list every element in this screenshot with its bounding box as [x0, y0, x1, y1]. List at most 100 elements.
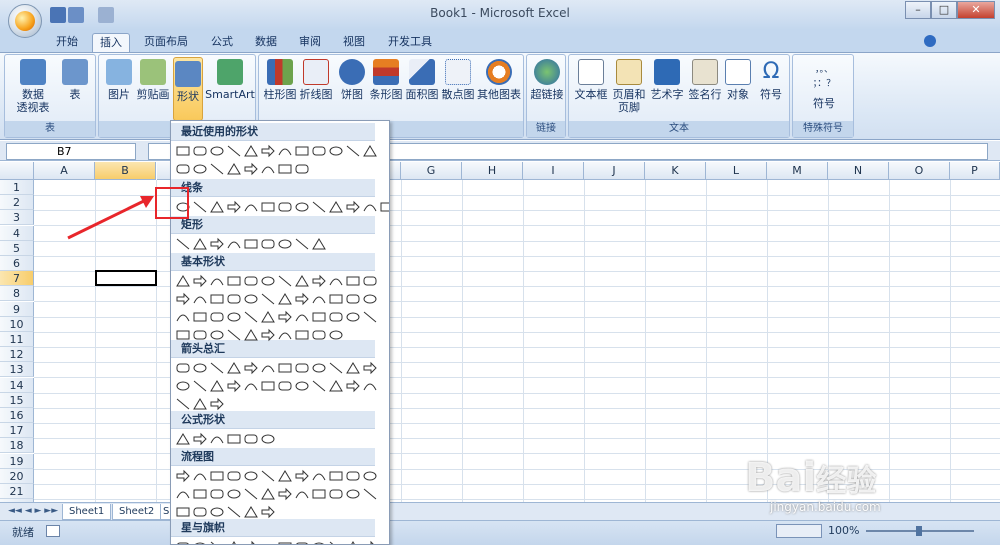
shape-rect-icon[interactable] — [277, 360, 293, 376]
shape-line-icon[interactable] — [209, 360, 225, 376]
shape-curve-icon[interactable] — [192, 468, 208, 484]
shape-ellipse-icon[interactable] — [209, 504, 225, 520]
shape-roundrect-icon[interactable] — [294, 161, 310, 177]
shape-arrow-icon[interactable] — [209, 236, 225, 252]
minimize-button[interactable]: – — [905, 1, 931, 19]
shape-arrow-icon[interactable] — [243, 360, 259, 376]
shape-curve-icon[interactable] — [277, 327, 293, 343]
shape-ellipse-icon[interactable] — [362, 291, 378, 307]
shape-rect-icon[interactable] — [209, 291, 225, 307]
shape-line-icon[interactable] — [226, 504, 242, 520]
shape-roundrect-icon[interactable] — [192, 327, 208, 343]
shape-tri-icon[interactable] — [243, 143, 259, 159]
shape-tri-icon[interactable] — [345, 360, 361, 376]
shape-arrow-icon[interactable] — [175, 291, 191, 307]
shape-line-icon[interactable] — [362, 486, 378, 502]
special-symbol-button[interactable]: 符号 — [799, 97, 849, 110]
zoom-level[interactable]: 100% — [828, 524, 859, 537]
shape-arrow-icon[interactable] — [277, 309, 293, 325]
shape-arrow-icon[interactable] — [294, 468, 310, 484]
shape-roundrect-icon[interactable] — [277, 199, 293, 215]
shape-ellipse-icon[interactable] — [277, 236, 293, 252]
row-header-7[interactable]: 7 — [0, 271, 34, 287]
shape-roundrect-icon[interactable] — [260, 236, 276, 252]
row-header-15[interactable]: 15 — [0, 392, 34, 408]
shape-roundrect-icon[interactable] — [175, 360, 191, 376]
sheet-nav-icon[interactable]: ◄◄ ◄ ► ►► — [8, 506, 58, 516]
column-header-J[interactable]: J — [584, 162, 645, 180]
shape-rect-icon[interactable] — [294, 143, 310, 159]
sheet-tab-2[interactable]: Sheet2 — [112, 504, 162, 520]
shape-rect-icon[interactable] — [311, 309, 327, 325]
shape-tri-icon[interactable] — [328, 378, 344, 394]
zoom-slider[interactable] — [866, 526, 974, 536]
shape-rect-icon[interactable] — [192, 309, 208, 325]
shape-curve-icon[interactable] — [175, 486, 191, 502]
shape-line-icon[interactable] — [294, 236, 310, 252]
shape-tri-icon[interactable] — [260, 486, 276, 502]
shape-tri-icon[interactable] — [209, 199, 225, 215]
picture-button[interactable]: 图片 — [103, 59, 135, 101]
shape-roundrect-icon[interactable] — [209, 486, 225, 502]
shape-arrow-icon[interactable] — [226, 199, 242, 215]
shape-curve-icon[interactable] — [277, 143, 293, 159]
scatter-chart-button[interactable]: 散点图 — [441, 59, 475, 101]
shape-roundrect-icon[interactable] — [243, 273, 259, 289]
maximize-button[interactable]: □ — [931, 1, 957, 19]
row-header-3[interactable]: 3 — [0, 210, 34, 226]
shape-ellipse-icon[interactable] — [311, 539, 327, 544]
shape-tri-icon[interactable] — [226, 360, 242, 376]
shape-rect-icon[interactable] — [294, 327, 310, 343]
shape-roundrect-icon[interactable] — [345, 291, 361, 307]
shape-curve-icon[interactable] — [311, 468, 327, 484]
shape-line-icon[interactable] — [209, 161, 225, 177]
shape-roundrect-icon[interactable] — [243, 431, 259, 447]
tab-page-layout[interactable]: 页面布局 — [140, 33, 192, 52]
shape-tri-icon[interactable] — [311, 236, 327, 252]
shape-line-icon[interactable] — [277, 273, 293, 289]
shape-ellipse-icon[interactable] — [345, 309, 361, 325]
shape-ellipse-icon[interactable] — [294, 378, 310, 394]
shape-rect-icon[interactable] — [226, 273, 242, 289]
shape-tri-icon[interactable] — [260, 309, 276, 325]
shape-line-icon[interactable] — [175, 236, 191, 252]
shape-tri-icon[interactable] — [226, 161, 242, 177]
row-header-4[interactable]: 4 — [0, 225, 34, 241]
shape-arrow-icon[interactable] — [192, 273, 208, 289]
row-header-8[interactable]: 8 — [0, 286, 34, 302]
row-header-1[interactable]: 1 — [0, 180, 34, 195]
shape-line-icon[interactable] — [175, 396, 191, 412]
shape-rect-icon[interactable] — [243, 236, 259, 252]
shape-roundrect-icon[interactable] — [209, 309, 225, 325]
shape-tri-icon[interactable] — [294, 273, 310, 289]
column-header-L[interactable]: L — [706, 162, 767, 180]
shape-arrow-icon[interactable] — [209, 396, 225, 412]
row-header-10[interactable]: 10 — [0, 316, 34, 332]
shape-tri-icon[interactable] — [328, 199, 344, 215]
shape-line-icon[interactable] — [243, 309, 259, 325]
row-header-6[interactable]: 6 — [0, 256, 34, 271]
column-header-M[interactable]: M — [767, 162, 828, 180]
shape-tri-icon[interactable] — [226, 539, 242, 544]
shape-ellipse-icon[interactable] — [226, 309, 242, 325]
shape-ellipse-icon[interactable] — [243, 468, 259, 484]
shape-line-icon[interactable] — [311, 378, 327, 394]
row-header-12[interactable]: 12 — [0, 347, 34, 363]
shape-arrow-icon[interactable] — [260, 327, 276, 343]
shape-curve-icon[interactable] — [260, 161, 276, 177]
shape-rect-icon[interactable] — [260, 199, 276, 215]
office-button[interactable] — [8, 4, 42, 38]
shape-line-icon[interactable] — [260, 468, 276, 484]
shape-roundrect-icon[interactable] — [226, 291, 242, 307]
shape-arrow-icon[interactable] — [345, 378, 361, 394]
shape-arrow-icon[interactable] — [362, 360, 378, 376]
shape-curve-icon[interactable] — [226, 236, 242, 252]
tab-insert[interactable]: 插入 — [92, 33, 130, 52]
shape-ellipse-icon[interactable] — [209, 143, 225, 159]
shape-rect-icon[interactable] — [345, 273, 361, 289]
shape-roundrect-icon[interactable] — [328, 486, 344, 502]
shape-curve-icon[interactable] — [175, 309, 191, 325]
shape-tri-icon[interactable] — [192, 236, 208, 252]
shape-line-icon[interactable] — [243, 486, 259, 502]
shape-ellipse-icon[interactable] — [192, 360, 208, 376]
